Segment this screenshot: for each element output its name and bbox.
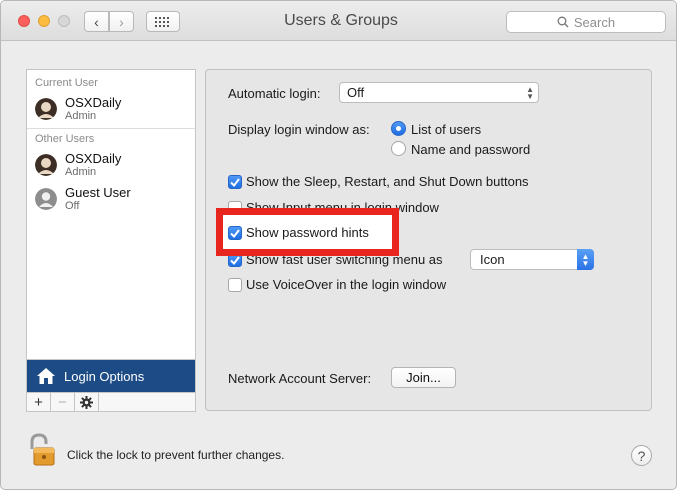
checkbox-voiceover[interactable] — [228, 278, 242, 292]
user-list: Current User OSXDaily Admin Other Users … — [26, 69, 196, 360]
section-divider — [27, 128, 195, 129]
user-name: OSXDaily — [65, 151, 122, 166]
user-item-guest-user[interactable]: Guest User Off — [35, 184, 131, 214]
user-avatar-icon — [35, 154, 57, 176]
window-title: Users & Groups — [284, 12, 398, 29]
user-role: Admin — [65, 166, 97, 178]
help-button[interactable]: ? — [631, 445, 652, 466]
automatic-login-popup[interactable]: Off ▲ ▼ — [339, 82, 539, 103]
lock-status-text: Click the lock to prevent further change… — [67, 448, 285, 462]
updown-arrows-icon: ▲ ▼ — [577, 249, 594, 270]
gear-icon — [80, 395, 93, 409]
current-user-header: Current User — [35, 77, 98, 89]
checkmark-icon — [230, 228, 240, 238]
users-and-groups-window: ‹ › Users & Groups Search Current User O… — [0, 0, 677, 490]
display-login-window-label: Display login window as: — [228, 122, 370, 137]
updown-arrows-icon: ▲ ▼ — [526, 85, 534, 101]
login-options-label: Login Options — [64, 368, 145, 384]
back-button[interactable]: ‹ — [84, 11, 109, 32]
user-avatar-icon — [35, 98, 57, 120]
fast-user-switching-value: Icon — [480, 252, 505, 267]
other-users-header: Other Users — [35, 133, 95, 145]
automatic-login-value: Off — [347, 85, 365, 100]
guest-user-icon — [35, 188, 57, 210]
forward-button[interactable]: › — [109, 11, 134, 32]
user-item-osxdaily[interactable]: OSXDaily Admin — [35, 150, 121, 180]
title-bar: ‹ › Users & Groups Search — [1, 1, 676, 41]
search-field[interactable]: Search — [506, 11, 666, 33]
checkbox-sleep-restart-shutdown-label: Show the Sleep, Restart, and Shut Down b… — [246, 174, 529, 189]
action-menu-button[interactable] — [75, 393, 99, 411]
radio-list-of-users-label: List of users — [411, 122, 482, 137]
user-role: Admin — [65, 110, 97, 122]
join-button[interactable]: Join... — [391, 367, 456, 388]
zoom-window-button[interactable] — [58, 15, 70, 27]
fast-user-switching-popup[interactable]: Icon ▲ ▼ — [470, 249, 594, 270]
user-name: OSXDaily — [65, 95, 122, 110]
checkmark-icon — [230, 255, 240, 265]
checkbox-sleep-restart-shutdown[interactable] — [228, 175, 242, 189]
minimize-window-button[interactable] — [38, 15, 50, 27]
login-options-item[interactable]: Login Options — [26, 360, 196, 392]
automatic-login-label: Automatic login: — [228, 86, 321, 101]
network-account-server-label: Network Account Server: — [228, 371, 372, 386]
user-item-current-osxdaily[interactable]: OSXDaily Admin — [35, 94, 121, 124]
radio-name-and-password[interactable] — [391, 141, 406, 156]
search-placeholder: Search — [573, 14, 616, 30]
add-user-button[interactable]: + — [27, 393, 51, 411]
list-actions-bar: + − — [26, 392, 196, 412]
chevron-left-icon: ‹ — [94, 13, 99, 30]
radio-name-and-password-label: Name and password — [411, 142, 531, 157]
user-name: Guest User — [65, 185, 131, 200]
radio-list-of-users[interactable] — [391, 121, 406, 136]
chevron-right-icon: › — [119, 13, 124, 30]
checkmark-icon — [230, 177, 240, 187]
close-window-button[interactable] — [18, 15, 30, 27]
grid-icon — [155, 16, 169, 27]
checkbox-show-password-hints-label: Show password hints — [246, 225, 369, 240]
show-all-button[interactable] — [146, 11, 180, 32]
remove-user-button[interactable]: − — [51, 393, 75, 411]
search-icon — [557, 16, 569, 28]
house-icon — [36, 367, 56, 385]
checkbox-show-password-hints[interactable] — [228, 226, 242, 240]
user-role: Off — [65, 200, 80, 212]
checkbox-voiceover-label: Use VoiceOver in the login window — [246, 277, 447, 292]
lock-icon[interactable] — [28, 433, 58, 470]
